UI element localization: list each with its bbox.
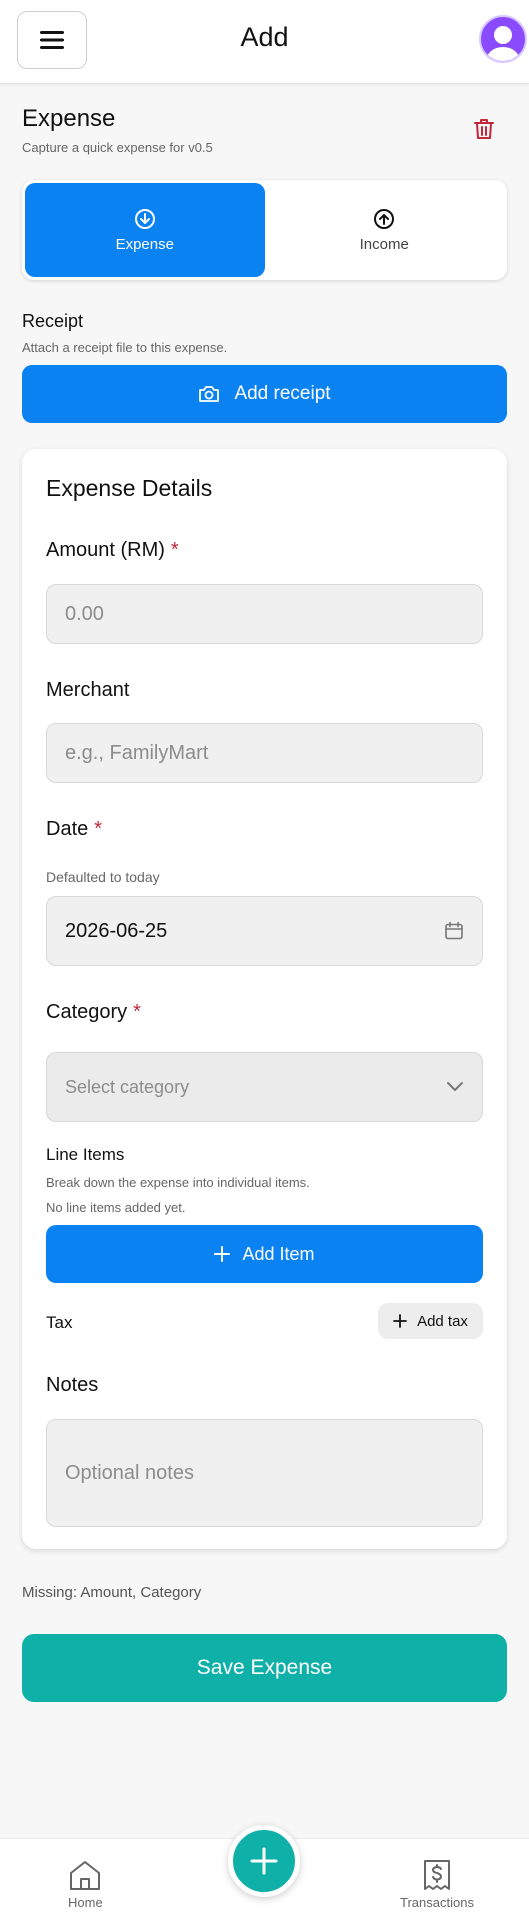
line-items-empty: No line items added yet. <box>46 1200 186 1215</box>
missing-fields-text: Missing: Amount, Category <box>22 1584 202 1601</box>
tax-label: Tax <box>46 1313 73 1332</box>
category-dropdown-toggle <box>446 1081 464 1093</box>
home-icon <box>70 1861 101 1890</box>
app-header: Add <box>0 0 529 84</box>
header-title: Add <box>240 22 289 52</box>
merchant-input[interactable]: e.g., FamilyMart <box>46 723 483 783</box>
required-marker: * <box>133 1001 141 1023</box>
add-receipt-button[interactable]: Add receipt <box>22 365 507 423</box>
add-tax-button[interactable]: Add tax <box>378 1303 483 1339</box>
required-marker: * <box>94 818 103 840</box>
page-title: Expense <box>22 105 116 132</box>
avatar-icon <box>487 26 519 61</box>
plus-icon <box>250 1847 278 1875</box>
line-items-subtitle: Break down the expense into individual i… <box>46 1175 310 1190</box>
category-placeholder: Select category <box>65 1076 190 1097</box>
notes-placeholder: Optional notes <box>65 1461 194 1484</box>
amount-label-text: Amount (RM) <box>46 539 165 561</box>
avatar[interactable] <box>479 15 527 63</box>
category-select[interactable]: Select category <box>46 1052 483 1122</box>
card-title: Expense Details <box>46 475 213 501</box>
page-subtitle: Capture a quick expense for v0.5 <box>22 140 213 155</box>
date-value: 2026-06-25 <box>65 919 168 942</box>
receipt-title: Receipt <box>22 311 84 331</box>
plus-icon <box>393 1314 407 1328</box>
calendar-button[interactable] <box>444 921 464 941</box>
merchant-placeholder: e.g., FamilyMart <box>65 741 209 764</box>
add-tax-label: Add tax <box>417 1312 468 1330</box>
tab-expense[interactable]: Expense <box>25 183 265 277</box>
save-expense-label: Save Expense <box>196 1656 333 1679</box>
date-label: Date * <box>46 818 102 841</box>
required-marker: * <box>170 539 179 561</box>
nav-transactions[interactable]: Transactions <box>400 1859 474 1910</box>
delete-button[interactable] <box>470 115 498 143</box>
trash-icon <box>474 119 494 139</box>
nav-transactions-label: Transactions <box>400 1895 474 1910</box>
chevron-down-icon <box>447 1082 463 1091</box>
notes-textarea[interactable]: Optional notes <box>46 1419 483 1527</box>
type-toggle: Expense Income <box>22 180 507 280</box>
plus-icon <box>214 1246 231 1262</box>
tab-income-label: Income <box>359 235 409 253</box>
camera-icon <box>199 386 220 402</box>
arrow-down-circle-icon <box>134 208 155 229</box>
tab-income[interactable]: Income <box>265 183 505 277</box>
receipt-dollar-icon <box>423 1860 450 1890</box>
add-fab-button[interactable] <box>228 1825 300 1897</box>
nav-home[interactable]: Home <box>68 1859 103 1910</box>
nav-home-label: Home <box>68 1895 103 1910</box>
notes-label: Notes <box>46 1374 99 1396</box>
amount-placeholder: 0.00 <box>65 602 104 625</box>
arrow-up-circle-icon <box>374 208 395 229</box>
calendar-icon <box>445 921 463 940</box>
add-receipt-label: Add receipt <box>234 383 331 404</box>
receipt-subtitle: Attach a receipt file to this expense. <box>22 340 228 355</box>
date-label-text: Date <box>46 818 89 840</box>
tab-expense-label: Expense <box>115 235 174 253</box>
merchant-label: Merchant <box>46 679 130 701</box>
date-input[interactable]: 2026-06-25 <box>46 896 483 966</box>
expense-details-card: Expense Details Amount (RM) * 0.00 Mercha… <box>22 449 507 1549</box>
add-item-button[interactable]: Add Item <box>46 1225 483 1283</box>
save-expense-button[interactable]: Save Expense <box>22 1634 507 1702</box>
amount-input[interactable]: 0.00 <box>46 584 483 644</box>
amount-label: Amount (RM) * <box>46 539 179 562</box>
category-label: Category * <box>46 1001 141 1024</box>
date-hint: Defaulted to today <box>46 869 160 885</box>
line-items-title: Line Items <box>46 1145 125 1164</box>
category-label-text: Category <box>46 1001 128 1023</box>
add-item-label: Add Item <box>242 1243 315 1264</box>
